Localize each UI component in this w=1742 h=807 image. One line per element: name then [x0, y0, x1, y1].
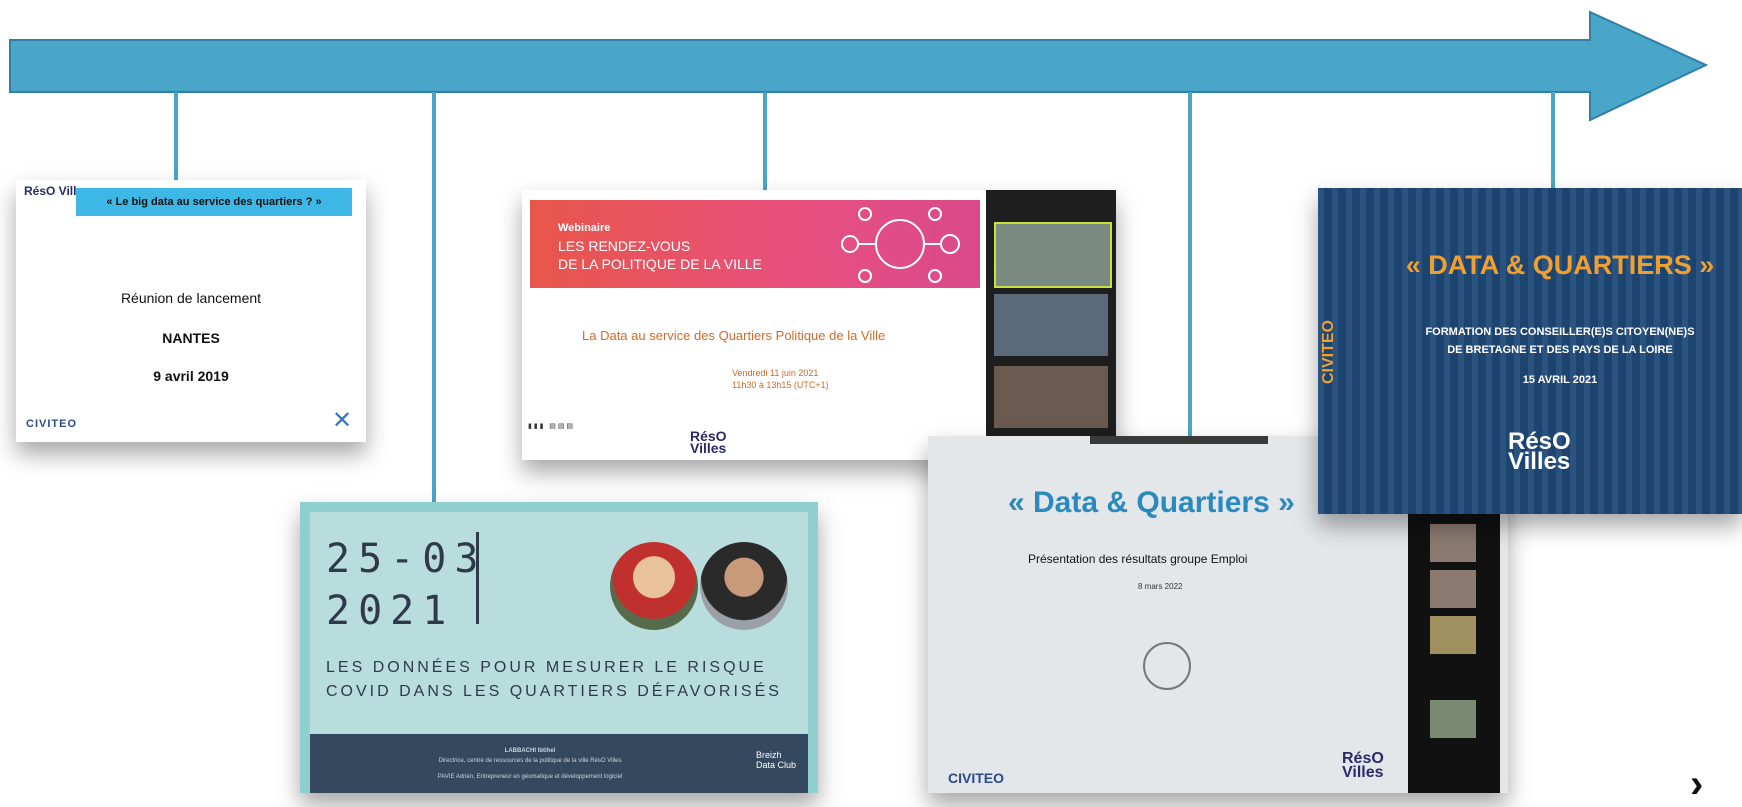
chevron-right-icon[interactable]: › [1690, 762, 1703, 807]
date-year: 2021 [326, 588, 455, 634]
slide-banner: « Le big data au service des quartiers ?… [76, 188, 352, 216]
meeting-toolbar [1090, 436, 1268, 444]
slide-reunion-lancement: RésO Villes « Le big data au service des… [16, 180, 366, 442]
slide-line-3: 9 avril 2019 [153, 368, 229, 384]
brand-mark-icon: ✕ [332, 407, 353, 434]
video-tile [1430, 616, 1476, 654]
webinar-date: Vendredi 11 juin 2021 [732, 368, 819, 378]
video-tile [994, 222, 1112, 288]
avatar [700, 542, 788, 630]
network-icon [841, 207, 960, 283]
video-tile [1430, 570, 1476, 608]
slide-webinaire: Webinaire LES RENDEZ-VOUS DE LA POLITIQU… [522, 190, 1116, 460]
slide-date: 15 AVRIL 2021 [1522, 374, 1598, 386]
slide-body: 25-03 2021 LES DONNÉES POUR MESURER LE R… [310, 512, 808, 734]
timeline-arrow [9, 10, 1708, 122]
header-line-1: LES RENDEZ-VOUS [558, 238, 691, 254]
slide-title: « DATA & QUARTIERS » [1405, 250, 1715, 280]
civiteo-logo: CIVITEO [948, 770, 1005, 786]
timeline-tick-2 [432, 92, 436, 504]
slide-subtitle: Présentation des résultats groupe Emploi [1028, 552, 1248, 566]
reso-villes-logo: RésO Villes [1508, 428, 1571, 475]
breizh-data-club-logo: Breizh Data Club [756, 750, 797, 770]
webinaire-label: Webinaire [558, 222, 611, 234]
slide-line-2: NANTES [162, 330, 220, 346]
speaker-2: PAVIE Adrien, Entrepreneur en géomatique… [437, 774, 623, 780]
speaker-1-role: Directrice, centre de ressources de la p… [438, 758, 622, 764]
timeline-tick-3 [763, 92, 767, 192]
header-line-2: DE LA POLITIQUE DE LA VILLE [558, 256, 762, 272]
video-tile [1430, 700, 1476, 738]
webinar-header: Webinaire LES RENDEZ-VOUS DE LA POLITIQU… [530, 200, 980, 288]
slide-subtitle-2: DE BRETAGNE ET DES PAYS DE LA LOIRE [1447, 344, 1673, 356]
civiteo-logo: CIVITEO [1320, 319, 1337, 384]
webinar-time: 11h30 à 13h15 (UTC+1) [732, 380, 829, 390]
avatar [610, 542, 698, 630]
slide-subtitle-1: FORMATION DES CONSEILLER(E)S CITOYEN(NE)… [1425, 326, 1695, 338]
slide-footer: LABBACHI Ibtihel Directrice, centre de r… [310, 734, 808, 793]
seal-icon [1143, 642, 1191, 690]
timeline-tick-5 [1551, 92, 1555, 190]
video-panel [986, 190, 1116, 460]
video-panel [1408, 510, 1500, 793]
reso-villes-logo: RésO Villes [690, 428, 727, 456]
slide-title: « Data & Quartiers » [1008, 486, 1295, 519]
reso-villes-logo: RésO Villes [1342, 750, 1384, 781]
video-tile [994, 366, 1108, 428]
slide-formation-conseillers: « DATA & QUARTIERS » FORMATION DES CONSE… [1318, 188, 1742, 514]
video-tile [994, 294, 1108, 356]
divider [476, 532, 479, 624]
video-tile [1430, 524, 1476, 562]
slide-date: 8 mars 2022 [1138, 582, 1183, 591]
webinar-subtitle: La Data au service des Quartiers Politiq… [582, 328, 886, 343]
date-day-month: 25-03 [326, 536, 487, 582]
timeline-tick-1 [174, 92, 178, 182]
speaker-1-name: LABBACHI Ibtihel [504, 748, 556, 754]
slide-title: LES DONNÉES POUR MESURER LE RISQUE COVID… [326, 659, 782, 700]
timeline-tick-4 [1188, 92, 1192, 438]
civiteo-logo: CIVITEO [26, 418, 78, 430]
slide-covid-risk: 25-03 2021 LES DONNÉES POUR MESURER LE R… [300, 502, 818, 793]
partner-logos: ▮ ▮ ▮ ▤ ▤ ▤ [528, 423, 574, 430]
slide-line-1: Réunion de lancement [120, 290, 262, 306]
